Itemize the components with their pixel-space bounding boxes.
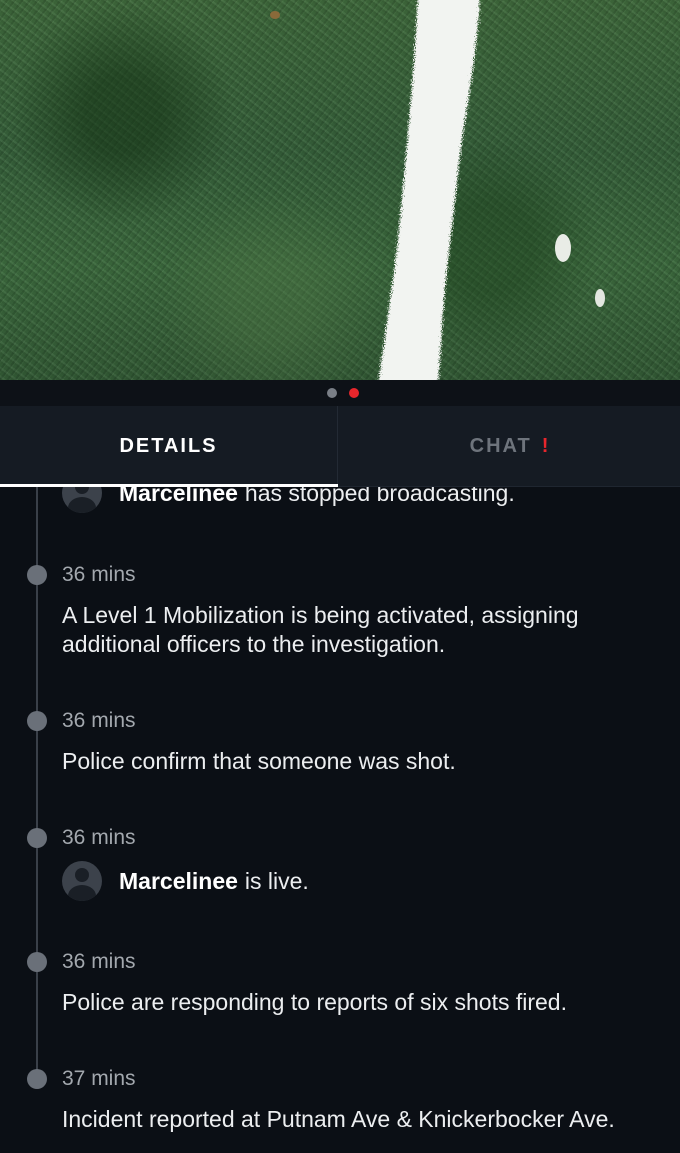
entry-time: 36 mins — [62, 563, 136, 586]
timeline-dot — [27, 711, 47, 731]
page-dot-active[interactable] — [349, 388, 359, 398]
avatar[interactable] — [62, 861, 102, 901]
page-dot-inactive[interactable] — [327, 388, 337, 398]
page-indicator — [0, 380, 680, 406]
entry-time: 37 mins — [62, 1067, 136, 1090]
field-line-graphic — [270, 0, 605, 380]
broadcast-event: Marcelinee has stopped broadcasting. — [62, 487, 515, 513]
incident-screen: DETAILS CHAT ! Marcelinee has stopped br… — [0, 0, 680, 1153]
entry-text: Police are responding to reports of six … — [62, 989, 567, 1015]
avatar[interactable] — [62, 487, 102, 513]
entry-time: 36 mins — [62, 709, 136, 732]
timeline-dot — [27, 1069, 47, 1089]
tab-chat-label: CHAT — [469, 434, 532, 457]
timeline-dot — [27, 952, 47, 972]
broadcaster-name[interactable]: Marcelinee — [119, 487, 238, 507]
incident-timeline[interactable]: Marcelinee has stopped broadcasting. 36 … — [0, 487, 680, 1153]
chat-alert-icon: ! — [541, 434, 549, 457]
entry-text: A Level 1 Mobilization is being activate… — [62, 602, 579, 657]
tab-bar: DETAILS CHAT ! — [0, 406, 680, 488]
broadcast-message: is live. — [244, 867, 309, 894]
entry-text: Police confirm that someone was shot. — [62, 748, 456, 774]
entry-time: 36 mins — [62, 826, 136, 849]
tab-details-label: DETAILS — [119, 434, 218, 457]
entry-text: Incident reported at Putnam Ave & Knicke… — [62, 1106, 615, 1132]
tab-details[interactable]: DETAILS — [0, 406, 338, 488]
broadcaster-name[interactable]: Marcelinee — [119, 868, 238, 895]
tab-chat[interactable]: CHAT ! — [338, 406, 680, 486]
broadcast-event: Marcelinee is live. — [62, 861, 309, 901]
timeline-dot — [27, 828, 47, 848]
video-preview[interactable] — [0, 0, 680, 380]
entry-time: 36 mins — [62, 950, 136, 973]
timeline-dot — [27, 565, 47, 585]
broadcast-message: has stopped broadcasting. — [244, 487, 515, 506]
